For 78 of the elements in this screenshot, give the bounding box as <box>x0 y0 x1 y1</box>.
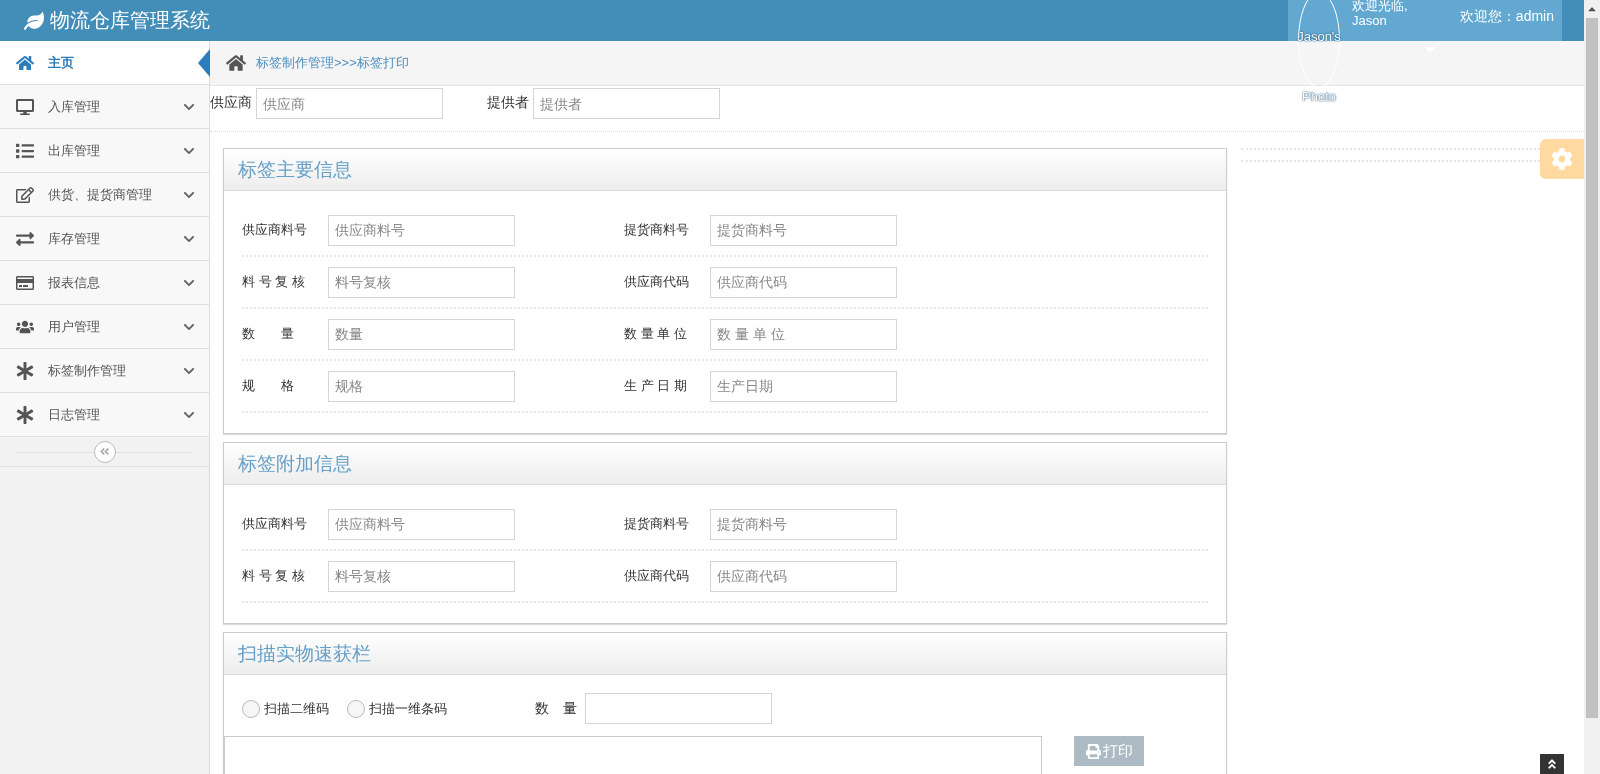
radio-circle[interactable] <box>347 699 365 718</box>
home-icon <box>14 53 36 72</box>
asterisk-icon <box>14 405 36 424</box>
input-field[interactable]: 规格 <box>328 370 515 402</box>
input-field[interactable]: 数量 <box>328 318 515 350</box>
menu-label: 标签制作管理 <box>48 361 127 380</box>
collapse-button[interactable] <box>93 440 116 463</box>
arrows-icon <box>14 229 36 248</box>
radio-label: 扫描一维条码 <box>369 699 447 718</box>
sidebar-item[interactable]: 用户管理 <box>0 305 209 349</box>
filter-label: 供应商 <box>210 94 252 112</box>
radio-option[interactable]: 扫描二维码 <box>242 699 329 718</box>
input-field[interactable]: 料号复核 <box>328 560 515 592</box>
menu-label: 供货、提货商管理 <box>48 185 153 204</box>
sidebar-item[interactable]: 供货、提货商管理 <box>0 173 209 217</box>
user-name: Jason <box>1352 13 1388 28</box>
radio-circle[interactable] <box>242 699 260 718</box>
field-label: 提货商料号 <box>624 515 690 533</box>
menu-label: 报表信息 <box>48 273 101 292</box>
printer-icon <box>1085 743 1101 759</box>
input-field[interactable]: 料号复核 <box>328 266 515 298</box>
field-label: 供应商料号 <box>242 221 308 239</box>
field-label: 数 量 <box>242 325 295 343</box>
home-icon <box>226 53 246 73</box>
menu-label: 主页 <box>48 53 75 72</box>
menu-label: 日志管理 <box>48 405 101 424</box>
radio-option[interactable]: 扫描一维条码 <box>347 699 447 718</box>
field-label: 规 格 <box>242 377 295 395</box>
input-field[interactable]: 提货商料号 <box>710 508 897 540</box>
field-label: 供应商代码 <box>624 273 690 291</box>
list-icon <box>14 141 36 160</box>
sidebar-item[interactable]: 主页 <box>0 41 209 85</box>
scroll-top-button[interactable] <box>1540 754 1564 774</box>
scan-textarea[interactable] <box>224 736 1042 774</box>
leaf-icon <box>24 10 44 31</box>
input-field[interactable]: 提货商料号 <box>710 214 897 246</box>
field-label: 生 产 日 期 <box>624 377 688 395</box>
welcome-text: 欢迎您：admin <box>1459 8 1554 26</box>
sidebar-item[interactable]: 标签制作管理 <box>0 349 209 393</box>
sidebar-item[interactable]: 报表信息 <box>0 261 209 305</box>
input-field[interactable]: 供应商代码 <box>710 266 897 298</box>
edit-icon <box>14 185 36 204</box>
field-label: 供应商料号 <box>242 515 308 533</box>
panel-title: 标签附加信息 <box>238 451 352 476</box>
input-field[interactable]: 数 量 单 位 <box>710 318 897 350</box>
settings-icon[interactable] <box>1540 139 1584 179</box>
panel-title: 扫描实物速获栏 <box>238 641 371 666</box>
app-title: 物流仓库管理系统 <box>24 7 210 34</box>
sidebar-item[interactable]: 出库管理 <box>0 129 209 173</box>
field-label: 料 号 复 核 <box>242 273 306 291</box>
input-field[interactable]: 生产日期 <box>710 370 897 402</box>
double-chevron-icon <box>1546 758 1558 770</box>
monitor-icon <box>14 97 36 116</box>
field-label: 提货商料号 <box>624 221 690 239</box>
card-icon <box>14 273 36 292</box>
quantity-field[interactable] <box>585 693 772 724</box>
sidebar-item[interactable]: 日志管理 <box>0 393 209 437</box>
menu-label: 入库管理 <box>48 97 101 116</box>
menu-label: 库存管理 <box>48 229 101 248</box>
menu-label: 用户管理 <box>48 317 101 336</box>
radio-label: 扫描二维码 <box>264 699 329 718</box>
input-field[interactable]: 提供者 <box>533 88 720 119</box>
sidebar-item[interactable]: 库存管理 <box>0 217 209 261</box>
double-chevron-icon <box>99 446 110 457</box>
panel-title: 标签主要信息 <box>238 157 352 182</box>
input-field[interactable]: 供应商代码 <box>710 560 897 592</box>
input-field[interactable]: 供应商料号 <box>328 214 515 246</box>
field-label: 供应商代码 <box>624 567 690 585</box>
filter-label: 提供者 <box>487 94 529 112</box>
input-field[interactable]: 供应商料号 <box>328 508 515 540</box>
input-field[interactable]: 供应商 <box>256 88 443 119</box>
asterisk-icon <box>14 361 36 380</box>
sidebar-item[interactable]: 入库管理 <box>0 85 209 129</box>
menu-label: 出库管理 <box>48 141 101 160</box>
quantity-label: 数 量 <box>535 699 577 718</box>
field-label: 数 量 单 位 <box>624 325 688 343</box>
field-label: 料 号 复 核 <box>242 567 306 585</box>
scrollbar[interactable] <box>1584 0 1600 774</box>
